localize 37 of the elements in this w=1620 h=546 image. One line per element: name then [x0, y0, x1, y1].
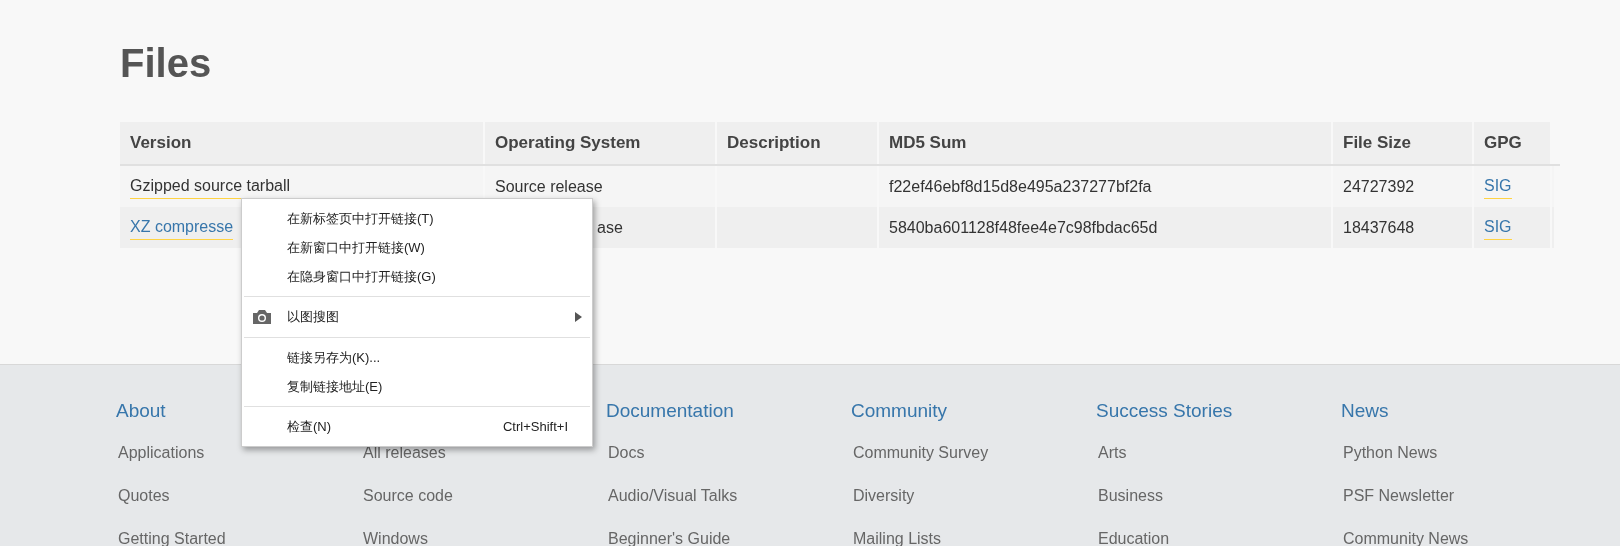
footer-link[interactable]: Windows	[363, 530, 428, 546]
footer-heading[interactable]: Success Stories	[1096, 397, 1341, 426]
column-header: GPG	[1474, 122, 1552, 164]
column-header: MD5 Sum	[879, 122, 1333, 164]
footer-link[interactable]: Business	[1098, 487, 1163, 504]
page-heading: Files	[120, 40, 213, 87]
download-link[interactable]: SIG	[1484, 174, 1512, 199]
download-link[interactable]: SIG	[1484, 215, 1512, 240]
footer-link[interactable]: Diversity	[853, 487, 915, 504]
column-header: Operating System	[485, 122, 717, 164]
footer-heading[interactable]: Community	[851, 397, 1096, 426]
footer-heading[interactable]: Documentation	[606, 397, 851, 426]
menu-item[interactable]: 在隐身窗口中打开链接(G)	[242, 262, 592, 291]
footer-link[interactable]: Source code	[363, 487, 453, 504]
column-header: Version	[120, 122, 485, 164]
submenu-arrow-icon	[574, 312, 582, 322]
download-link[interactable]: XZ compresse	[130, 215, 234, 240]
menu-item[interactable]: 检查(N) Ctrl+Shift+I	[242, 412, 592, 441]
footer-link[interactable]: Applications	[118, 444, 205, 461]
footer-link[interactable]: Docs	[608, 444, 645, 461]
column-header: File Size	[1333, 122, 1474, 164]
table-cell: 18437648	[1333, 207, 1474, 248]
footer-link[interactable]: Python News	[1343, 444, 1438, 461]
footer-link[interactable]: PSF Newsletter	[1343, 487, 1455, 504]
menu-item[interactable]: 复制链接地址(E)	[242, 372, 592, 401]
menu-item[interactable]: 链接另存为(K)...	[242, 343, 592, 372]
camera-icon	[252, 309, 272, 325]
footer-link[interactable]: Audio/Visual Talks	[608, 487, 738, 504]
table-cell: 5840ba601128f48fee4e7c98fbdac65d	[879, 207, 1333, 248]
footer-link[interactable]: Education	[1098, 530, 1170, 546]
column-header: Description	[717, 122, 879, 164]
footer-link[interactable]: Arts	[1098, 444, 1127, 461]
footer-link[interactable]: Quotes	[118, 487, 170, 504]
footer-heading[interactable]: News	[1341, 397, 1586, 426]
shortcut-text: Ctrl+Shift+I	[502, 417, 568, 436]
footer-link[interactable]: Community Survey	[853, 444, 989, 461]
menu-item[interactable]: 以图搜图	[242, 302, 592, 332]
